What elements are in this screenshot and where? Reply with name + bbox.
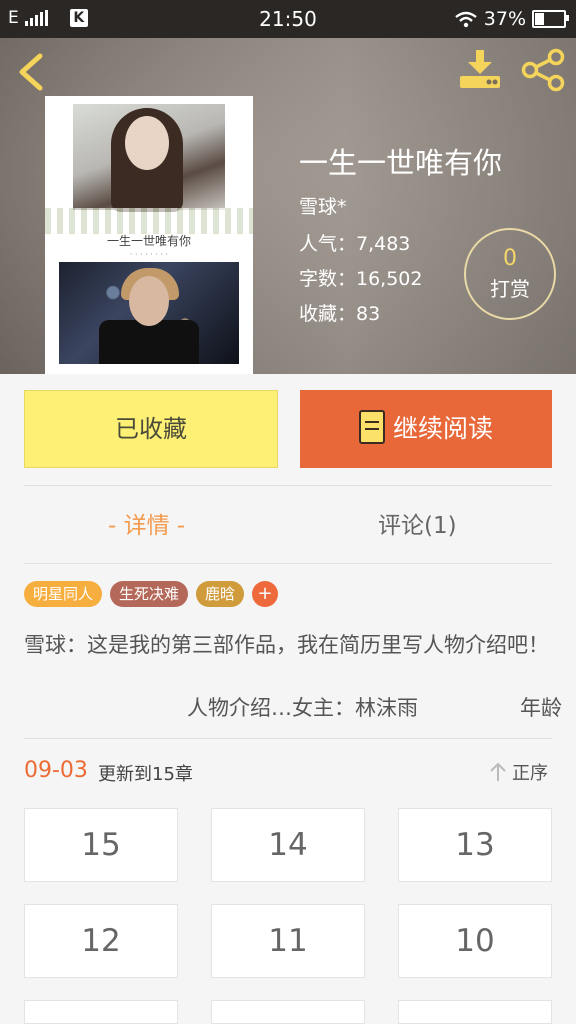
book-title: 一生一世唯有你 <box>299 146 503 180</box>
cover-subtitle: · · · · · · · · <box>129 250 169 259</box>
chapter-button[interactable]: 13 <box>398 808 552 882</box>
divider <box>24 563 552 564</box>
book-description-line: 人物介绍…女主：林沫雨 <box>187 696 418 720</box>
tab-comments[interactable]: 评论(1) <box>378 506 457 540</box>
download-icon <box>460 50 500 88</box>
chapter-button[interactable]: 9 <box>24 1000 178 1024</box>
sort-order-label: 正序 <box>512 763 548 784</box>
chapter-button[interactable]: 11 <box>211 904 365 978</box>
chapter-button[interactable]: 15 <box>24 808 178 882</box>
back-button[interactable] <box>14 52 48 92</box>
tip-count: 0 <box>503 246 517 271</box>
chapter-button[interactable]: 10 <box>398 904 552 978</box>
divider <box>24 485 552 486</box>
battery-icon <box>532 10 569 28</box>
status-right: 37% <box>454 8 569 30</box>
tip-label: 打赏 <box>490 277 530 301</box>
tab-detail[interactable]: - 详情 - <box>108 506 185 540</box>
cover-title: 一生一世唯有你 <box>106 234 191 248</box>
book-description-line: 年龄 <box>520 696 562 720</box>
book-cover[interactable]: 一生一世唯有你 · · · · · · · · <box>45 96 253 374</box>
book-header: 一生一世唯有你 · · · · · · · · 一生一世唯有你 雪球* 人气：7… <box>0 38 576 374</box>
stat-word-count: 字数：16,502 <box>299 268 423 290</box>
cover-photo-top <box>73 104 225 212</box>
update-status: 更新到15章 <box>98 764 193 785</box>
stat-popularity: 人气：7,483 <box>299 233 411 255</box>
chapter-button[interactable]: 8 <box>211 1000 365 1024</box>
tag-item[interactable]: 明星同人 <box>24 581 103 607</box>
chapter-button[interactable]: 14 <box>211 808 365 882</box>
update-date: 09-03 <box>24 758 88 783</box>
battery-percent: 37% <box>483 8 526 30</box>
wifi-icon <box>455 11 477 28</box>
stat-favorites: 收藏：83 <box>299 303 381 325</box>
favorite-button-label: 已收藏 <box>115 415 187 443</box>
tip-button[interactable]: 0 打赏 <box>464 228 556 320</box>
chapter-button[interactable]: 12 <box>24 904 178 978</box>
cover-decoration <box>45 208 253 234</box>
book-description[interactable]: 雪球：这是我的第三部作品，我在简历里写人物介绍吧！ <box>24 630 552 660</box>
chevron-left-icon <box>19 53 43 91</box>
share-button[interactable] <box>520 48 568 92</box>
book-author[interactable]: 雪球* <box>299 192 347 219</box>
arrow-up-icon <box>490 762 506 781</box>
continue-reading-label: 继续阅读 <box>392 414 493 443</box>
sort-order-button[interactable]: 正序 <box>488 759 548 785</box>
divider <box>24 738 552 739</box>
tag-item[interactable]: 生死决难 <box>110 581 189 607</box>
download-button[interactable] <box>456 48 504 90</box>
book-icon <box>358 410 385 444</box>
cover-photo-bottom <box>59 262 239 364</box>
chapter-button[interactable]: 7 <box>398 1000 552 1024</box>
continue-reading-button[interactable]: 继续阅读 <box>300 390 552 468</box>
add-tag-button[interactable]: + <box>252 581 279 607</box>
share-icon <box>521 48 565 92</box>
tag-list: 明星同人 生死决难 鹿晗 + <box>24 581 279 607</box>
status-bar: E K 21:50 37% <box>0 0 576 38</box>
favorite-button[interactable]: 已收藏 <box>24 390 278 468</box>
tag-item[interactable]: 鹿晗 <box>196 581 245 607</box>
